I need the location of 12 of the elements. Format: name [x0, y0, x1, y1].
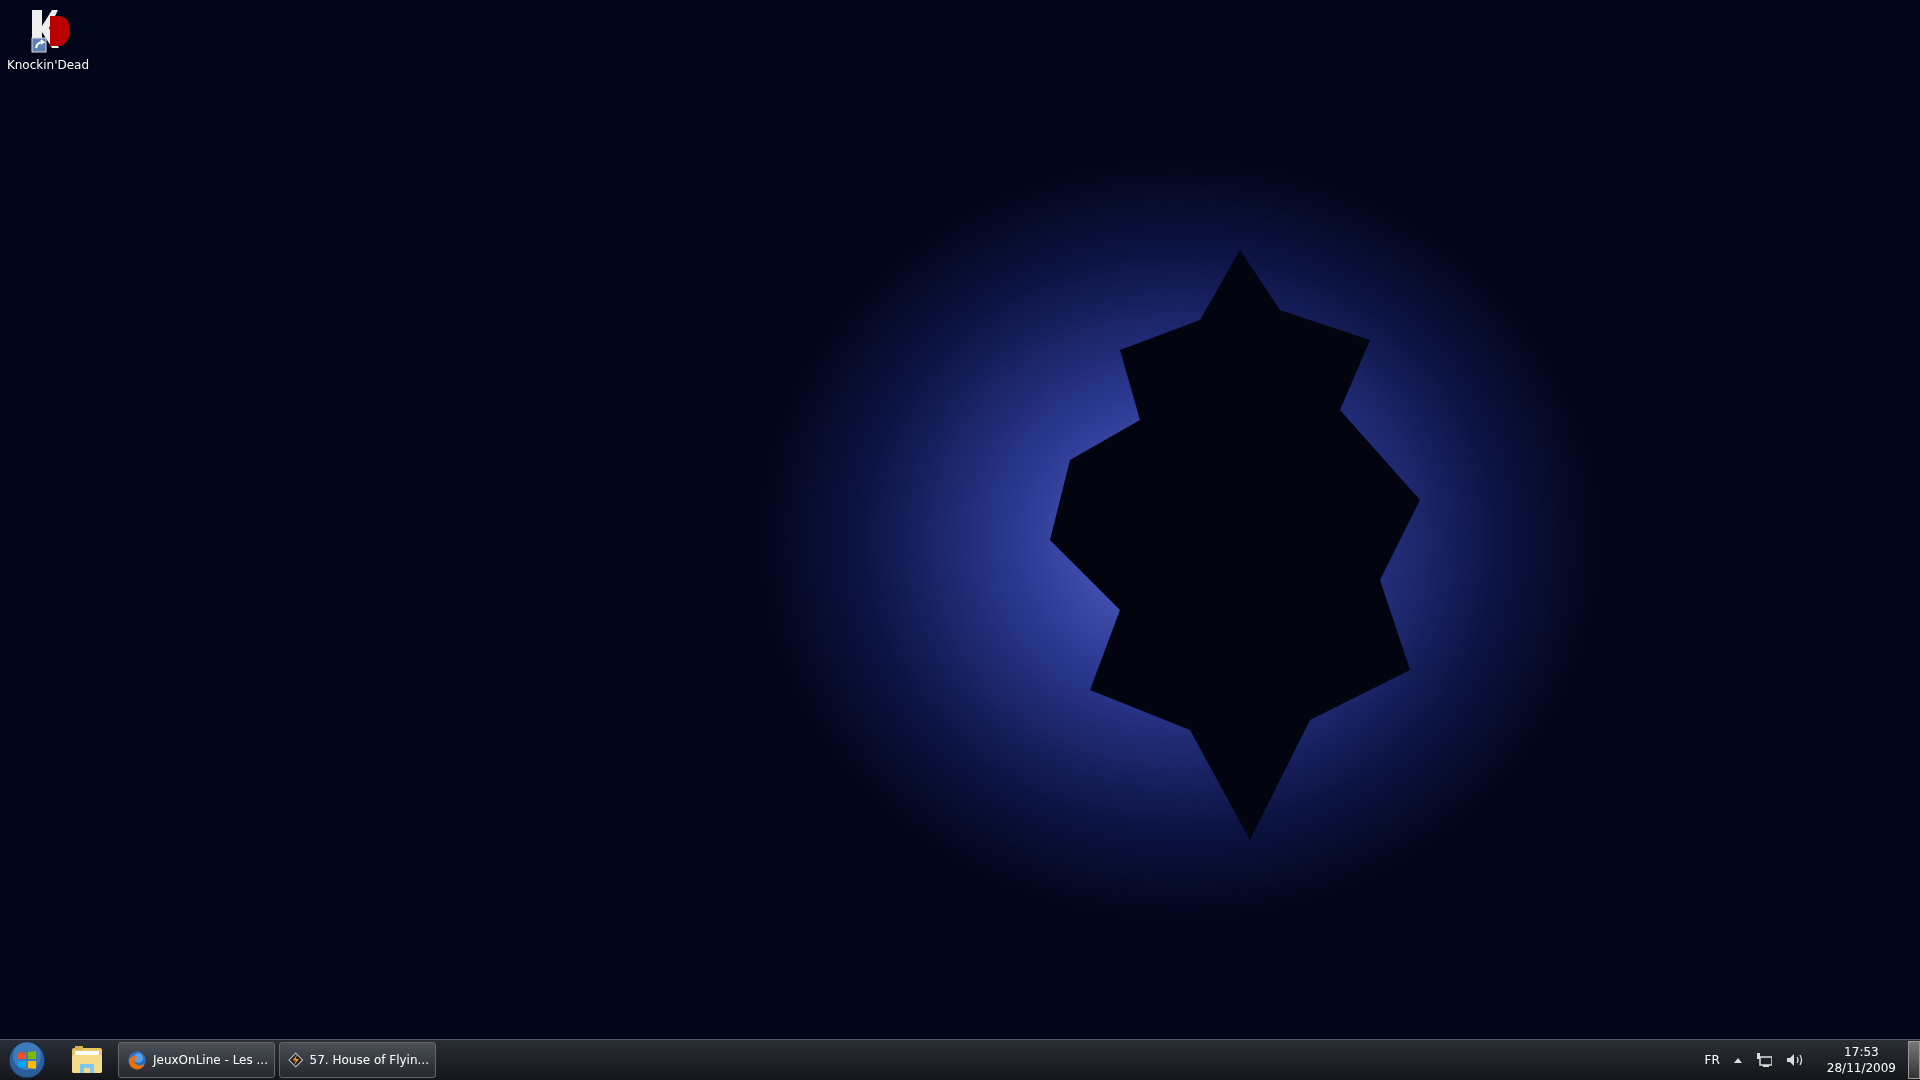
speaker-icon[interactable]	[1785, 1053, 1803, 1067]
desktop-shortcut[interactable]: Knockin'Dead	[6, 6, 90, 72]
taskbar-window-button[interactable]: 57. House of Flyin...	[279, 1042, 436, 1078]
network-icon[interactable]	[1755, 1053, 1772, 1067]
shortcut-label: Knockin'Dead	[6, 58, 90, 72]
show-desktop-button[interactable]	[1908, 1041, 1920, 1079]
start-orb-icon[interactable]	[8, 1041, 46, 1079]
folder-icon[interactable]	[70, 1045, 104, 1075]
taskbar-window-button[interactable]: JeuxOnLine - Les ...	[118, 1042, 275, 1078]
clock[interactable]: 17:53 28/11/2009	[1826, 1044, 1896, 1076]
language-indicator[interactable]: FR	[1704, 1053, 1720, 1067]
caret-up-icon[interactable]	[1733, 1057, 1742, 1063]
